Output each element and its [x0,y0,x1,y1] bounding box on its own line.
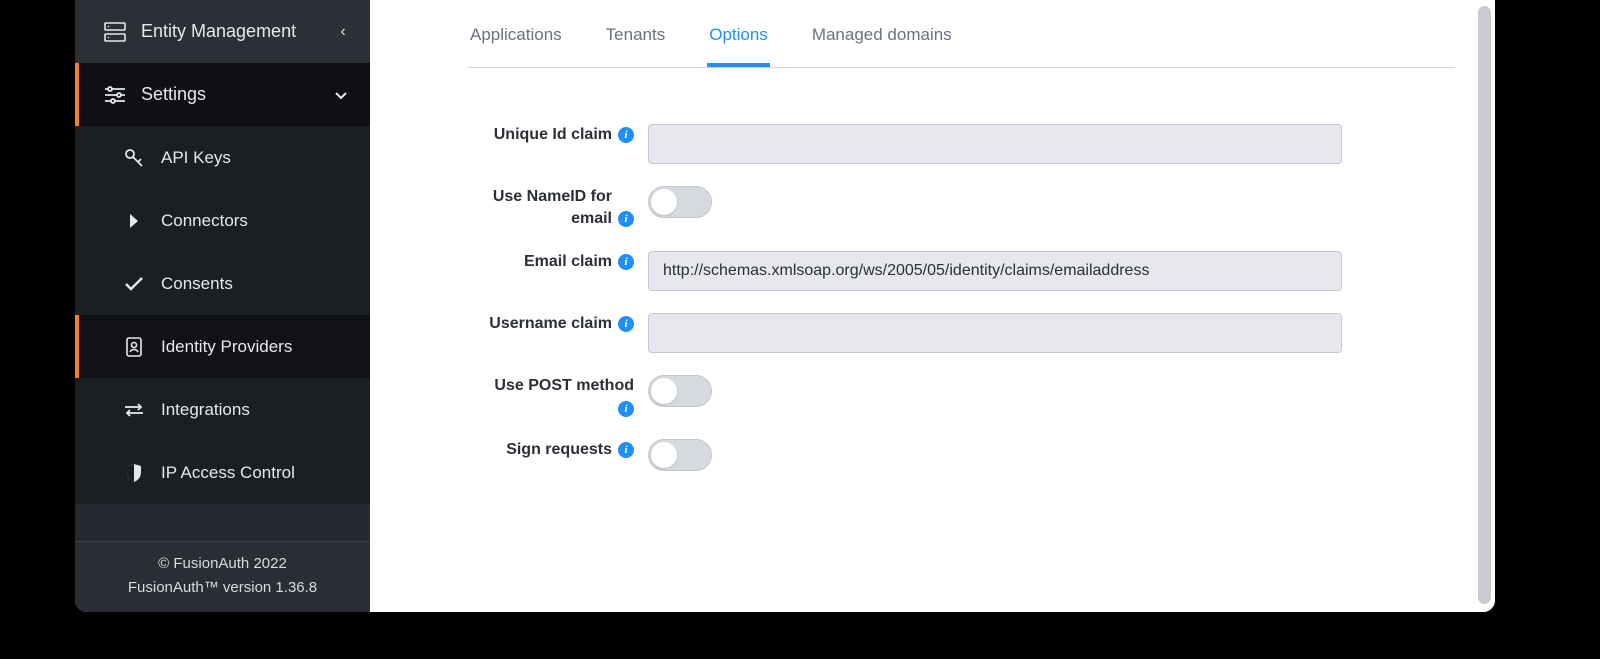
label-use-post-method: Use POST method [494,375,634,397]
main-panel: Applications Tenants Options Managed dom… [370,0,1495,612]
label-email-claim: Email claim [524,251,612,273]
info-icon[interactable]: i [618,211,634,227]
tab-tenants[interactable]: Tenants [604,25,668,67]
sidebar-item-label: Consents [161,274,233,294]
label-sign-requests: Sign requests [506,439,612,461]
label-username-claim: Username claim [489,313,612,335]
unique-id-claim-input[interactable] [648,124,1342,164]
sidebar-item-label: Identity Providers [161,337,292,357]
username-claim-input[interactable] [648,313,1342,353]
label-unique-id-claim: Unique Id claim [494,124,612,146]
options-form: Unique Id claim i Use NameID for email i [468,68,1455,471]
tab-managed-domains[interactable]: Managed domains [810,25,954,67]
sidebar-item-connectors[interactable]: Connectors [75,189,370,252]
tab-applications[interactable]: Applications [468,25,564,67]
sidebar-item-entity-management[interactable]: Entity Management ‹ [75,0,370,63]
use-nameid-email-toggle[interactable] [648,186,712,218]
sidebar: Entity Management ‹ Settings [75,0,370,612]
sidebar-item-identity-providers[interactable]: Identity Providers [75,315,370,378]
sidebar-item-integrations[interactable]: Integrations [75,378,370,441]
copyright-text: © FusionAuth 2022 [83,552,362,576]
id-badge-icon [123,336,145,358]
row-unique-id-claim: Unique Id claim i [468,124,1455,164]
info-icon[interactable]: i [618,254,634,270]
tab-options[interactable]: Options [707,25,770,67]
info-icon[interactable]: i [618,442,634,458]
sidebar-item-label: API Keys [161,148,231,168]
entity-icon [103,20,127,44]
settings-submenu: API Keys Connectors Consents [75,126,370,504]
chevron-left-icon: ‹ [334,23,352,41]
sidebar-item-label: Connectors [161,211,248,231]
info-icon[interactable]: i [618,316,634,332]
sidebar-item-api-keys[interactable]: API Keys [75,126,370,189]
sidebar-scroll: Entity Management ‹ Settings [75,0,370,541]
version-text: FusionAuth™ version 1.36.8 [83,576,362,600]
tabs: Applications Tenants Options Managed dom… [468,0,1455,68]
arrows-icon [123,399,145,421]
sidebar-footer: © FusionAuth 2022 FusionAuth™ version 1.… [75,541,370,612]
info-icon[interactable]: i [618,401,634,417]
sidebar-item-consents[interactable]: Consents [75,252,370,315]
shield-icon [123,462,145,484]
check-icon [123,273,145,295]
sidebar-item-label: IP Access Control [161,463,295,483]
sidebar-label: Entity Management [141,21,334,42]
chevron-down-icon [334,90,352,100]
row-email-claim: Email claim i [468,251,1455,291]
sidebar-item-ip-access-control[interactable]: IP Access Control [75,441,370,504]
sign-requests-toggle[interactable] [648,439,712,471]
chevron-right-icon [123,210,145,232]
info-icon[interactable]: i [618,127,634,143]
row-sign-requests: Sign requests i [468,439,1455,471]
email-claim-input[interactable] [648,251,1342,291]
label-use-nameid-email: Use NameID for email [468,186,612,229]
row-use-nameid-email: Use NameID for email i [468,186,1455,229]
app-window: Entity Management ‹ Settings [75,0,1495,612]
sliders-icon [103,83,127,107]
sidebar-item-label: Integrations [161,400,250,420]
sidebar-label: Settings [141,84,334,105]
use-post-method-toggle[interactable] [648,375,712,407]
row-use-post-method: Use POST method i [468,375,1455,417]
row-username-claim: Username claim i [468,313,1455,353]
scrollbar[interactable] [1478,6,1491,604]
key-icon [123,147,145,169]
sidebar-item-settings[interactable]: Settings [75,63,370,126]
content-card: Applications Tenants Options Managed dom… [440,0,1495,612]
